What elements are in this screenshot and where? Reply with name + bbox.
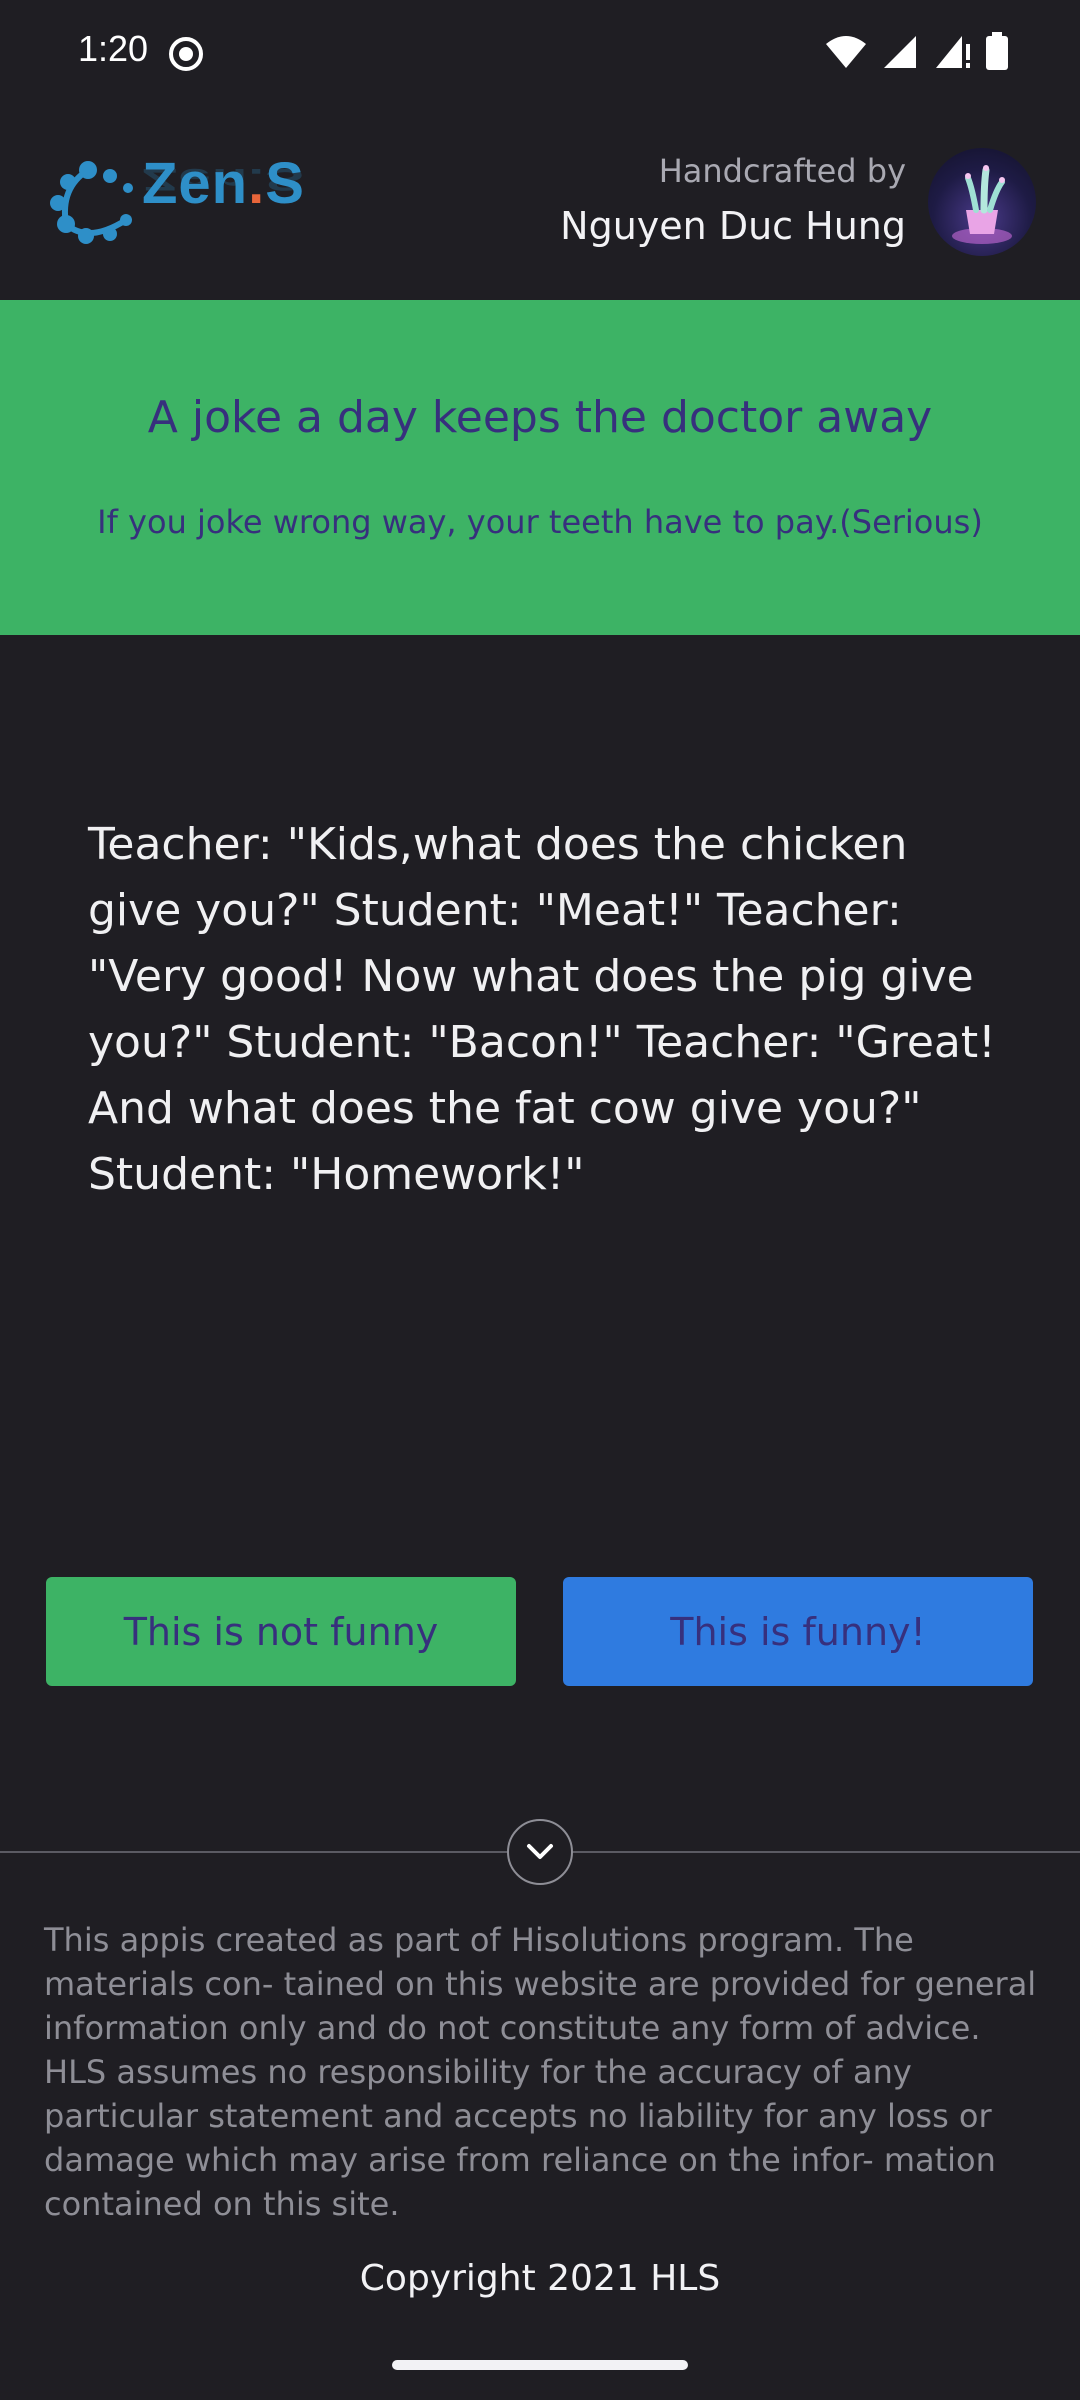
- copyright-text: Copyright 2021 HLS: [359, 2258, 721, 2299]
- wifi-icon: [826, 36, 866, 68]
- banner-subtitle: If you joke wrong way, your teeth have t…: [97, 503, 983, 541]
- disclaimer-text: This appis created as part of Hisolution…: [44, 1921, 1037, 2223]
- not-funny-button[interactable]: This is not funny: [46, 1577, 516, 1686]
- author-name: Nguyen Duc Hung: [560, 204, 906, 248]
- status-time: 1:20: [78, 28, 149, 69]
- signal-no-data-icon: [936, 36, 970, 68]
- quote-banner: [0, 300, 1080, 635]
- crafted-by-label: Handcrafted by: [658, 152, 906, 190]
- joke-text: Teacher: "Kids,what does the chicken giv…: [88, 819, 996, 1200]
- avatar[interactable]: [928, 148, 1036, 256]
- logo-reflection: Zen.S: [142, 161, 305, 198]
- screen-record-icon: [169, 37, 203, 71]
- not-funny-label: This is not funny: [123, 1609, 439, 1654]
- status-bar: 1:20: [0, 0, 1080, 105]
- chevron-down-icon: [527, 1844, 553, 1859]
- banner-title: A joke a day keeps the doctor away: [147, 392, 933, 443]
- funny-button[interactable]: This is funny!: [563, 1577, 1033, 1686]
- signal-icon: [884, 36, 916, 68]
- home-indicator[interactable]: [392, 2360, 688, 2370]
- battery-icon: [986, 32, 1008, 70]
- expand-footer-button[interactable]: [507, 1819, 573, 1885]
- funny-label: This is funny!: [670, 1609, 926, 1654]
- plant-avatar-icon: [952, 165, 1012, 244]
- system-icons: [824, 32, 1010, 72]
